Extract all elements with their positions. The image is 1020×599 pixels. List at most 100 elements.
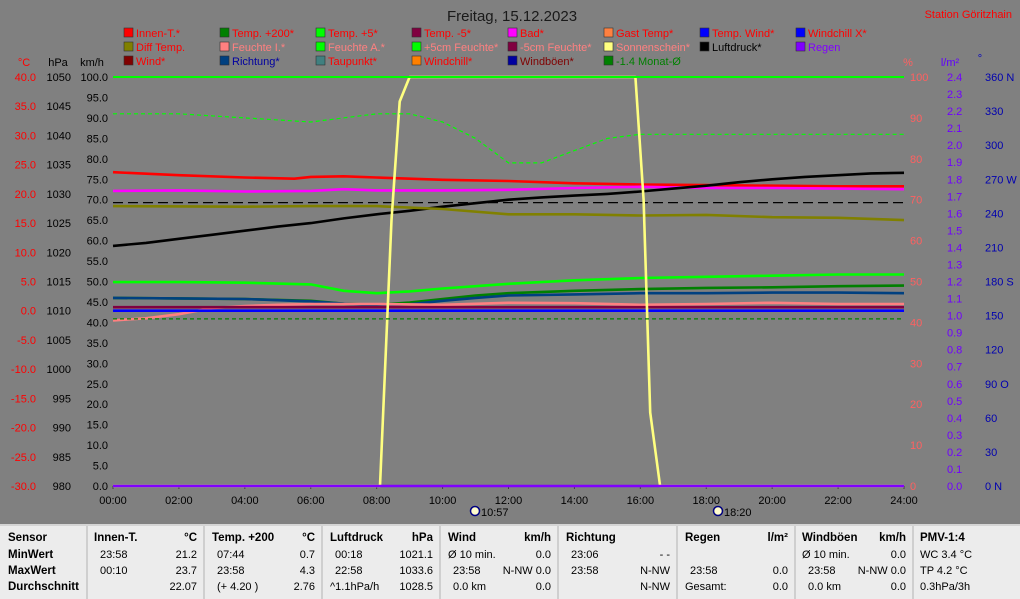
innen-max-time: 00:10 bbox=[100, 565, 128, 577]
luftdruck-max-time: 22:58 bbox=[335, 565, 363, 577]
legend-item: Bad* bbox=[507, 27, 545, 40]
time-tick-label: 02:00 bbox=[165, 495, 193, 507]
wind-tick-label: 70.0 bbox=[87, 195, 108, 207]
legend-swatch bbox=[123, 55, 134, 66]
wind-tick-label: 10.0 bbox=[87, 440, 108, 452]
legend-item: Feuchte A.* bbox=[315, 41, 386, 54]
rain-tick-label: 1.6 bbox=[947, 208, 962, 220]
time-tick-label: 10:00 bbox=[429, 495, 457, 507]
wind-tick-label: 90.0 bbox=[87, 113, 108, 125]
legend-swatch bbox=[411, 55, 422, 66]
stats-richtung-panel: Richtung 23:06 - - 23:58 N-NW N-NW bbox=[559, 526, 678, 599]
windboen-max-value: N-NW 0.0 bbox=[857, 565, 906, 577]
temp-tick-label: 40.0 bbox=[15, 72, 36, 84]
direction-tick-label: 300 bbox=[985, 140, 1003, 152]
rain-tick-label: 1.5 bbox=[947, 225, 962, 237]
wind-tick-label: 80.0 bbox=[87, 154, 108, 166]
humidity-unit-label: % bbox=[903, 57, 913, 69]
stats-wind-panel: Wind km/h Ø 10 min. 0.0 23:58 N-NW 0.0 0.0 … bbox=[441, 526, 559, 599]
time-tick-label: 22:00 bbox=[824, 495, 852, 507]
rain-tick-label: 1.4 bbox=[947, 242, 962, 254]
wind-tick-label: 65.0 bbox=[87, 215, 108, 227]
legend-swatch bbox=[123, 27, 134, 38]
wind-avg10-label: Ø 10 min. bbox=[448, 549, 496, 561]
legend-label: Windchill* bbox=[424, 56, 473, 68]
pressure-tick-label: 985 bbox=[53, 452, 71, 464]
legend-swatch bbox=[699, 27, 710, 38]
rain-tick-label: 0.0 bbox=[947, 481, 962, 493]
rain-tick-label: 1.3 bbox=[947, 259, 962, 271]
innen-min-value: 21.2 bbox=[175, 549, 197, 561]
rain-tick-label: 0.5 bbox=[947, 396, 962, 408]
pressure-tick-label: 995 bbox=[53, 393, 71, 405]
wind-tick-label: 75.0 bbox=[87, 174, 108, 186]
rain-tick-label: 2.0 bbox=[947, 140, 962, 152]
legend-item: Taupunkt* bbox=[315, 55, 378, 68]
legend-swatch bbox=[219, 41, 230, 52]
legend-item: Luftdruck* bbox=[699, 41, 762, 54]
legend-item: Gast Temp* bbox=[603, 27, 674, 40]
luftdruck-max-value: 1033.6 bbox=[399, 565, 433, 577]
legend-swatch bbox=[315, 55, 326, 66]
legend-swatch bbox=[795, 27, 806, 38]
temp-tick-label: -30.0 bbox=[11, 481, 36, 493]
windboen-distance: 0.0 km bbox=[808, 581, 842, 593]
wind-tick-label: 85.0 bbox=[87, 133, 108, 145]
stats-sensor-panel: Sensor MinWert MaxWert Durchschnitt bbox=[0, 526, 88, 599]
richtung-r1-value: - - bbox=[659, 549, 670, 561]
sunrise-icon bbox=[469, 505, 481, 517]
temp-tick-label: 0.0 bbox=[21, 306, 36, 318]
legend-label: Wind* bbox=[136, 56, 166, 68]
luftdruck-min-time: 00:18 bbox=[335, 549, 363, 561]
rain-tick-label: 0.1 bbox=[947, 464, 962, 476]
legend-item: Wind* bbox=[123, 55, 166, 68]
series-line bbox=[112, 204, 905, 222]
temp-tick-label: 30.0 bbox=[15, 130, 36, 142]
direction-tick-label: 240 bbox=[985, 208, 1003, 220]
temp-tick-label: 25.0 bbox=[15, 160, 36, 172]
pressure-tick-label: 1000 bbox=[47, 364, 71, 376]
direction-unit-label: ° bbox=[978, 53, 982, 65]
sunrise-marker: 10:57 bbox=[469, 505, 509, 519]
luftdruck-title: Luftdruck bbox=[330, 532, 384, 544]
temp-tick-label: 10.0 bbox=[15, 247, 36, 259]
legend-swatch bbox=[219, 55, 230, 66]
windboen-distance-value: 0.0 bbox=[890, 581, 906, 593]
legend-item: Innen-T.* bbox=[123, 27, 181, 40]
legend-item: Temp. Wind* bbox=[699, 27, 775, 40]
pressure-tick-label: 1035 bbox=[47, 160, 71, 172]
direction-tick-label: 0 N bbox=[985, 481, 1002, 493]
direction-tick-label: 360 N bbox=[985, 72, 1014, 84]
temp200-max-value: 4.3 bbox=[299, 565, 315, 577]
legend-swatch bbox=[603, 55, 614, 66]
legend-item: Windchill X* bbox=[795, 27, 867, 40]
legend-item: Temp. +200* bbox=[219, 27, 295, 40]
station-name: Station Göritzhain bbox=[925, 9, 1012, 21]
time-tick-label: 24:00 bbox=[890, 495, 918, 507]
pressure-tick-label: 1010 bbox=[47, 306, 71, 318]
wind-max-value: N-NW 0.0 bbox=[502, 565, 551, 577]
stats-temp200-panel: Temp. +200 °C 07:44 0.7 23:58 4.3 (+ 4.20 )… bbox=[205, 526, 323, 599]
luftdruck-unit: hPa bbox=[411, 532, 433, 544]
temp200-max-time: 23:58 bbox=[217, 565, 245, 577]
temp-tick-label: -20.0 bbox=[11, 423, 36, 435]
humidity-tick-label: 90 bbox=[910, 113, 922, 125]
temp-tick-label: -25.0 bbox=[11, 452, 36, 464]
legend-swatch bbox=[315, 27, 326, 38]
humidity-tick-label: 10 bbox=[910, 440, 922, 452]
chart-legend: Innen-T.* Temp. +200* Temp. +5* Temp. -5* Ba… bbox=[123, 27, 867, 68]
legend-item: Sonnenschein* bbox=[603, 41, 691, 54]
avg-row-label: Durchschnitt bbox=[8, 581, 79, 593]
humidity-tick-label: 50 bbox=[910, 277, 922, 289]
direction-tick-label: 150 bbox=[985, 311, 1003, 323]
windboen-title: Windböen bbox=[802, 532, 858, 544]
rain-tick-label: 1.9 bbox=[947, 157, 962, 169]
wind-unit-label: km/h bbox=[80, 57, 104, 69]
luftdruck-avg-value: 1028.5 bbox=[399, 581, 433, 593]
direction-tick-label: 60 bbox=[985, 413, 997, 425]
pmv-dewpoint: TP 4.2 °C bbox=[920, 565, 968, 577]
pressure-unit-label: hPa bbox=[48, 57, 68, 69]
legend-item: Regen bbox=[795, 41, 840, 54]
legend-item: Richtung* bbox=[219, 55, 280, 68]
wind-tick-label: 55.0 bbox=[87, 256, 108, 268]
